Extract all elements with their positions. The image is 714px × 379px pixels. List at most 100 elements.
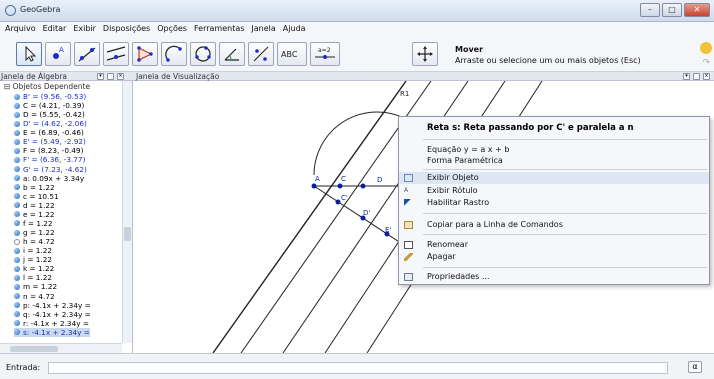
menu-ferramentas[interactable]: Ferramentas <box>194 22 244 36</box>
algebra-restore-icon[interactable] <box>107 73 114 80</box>
algebra-item[interactable]: b = 1.22 <box>14 183 55 192</box>
maximize-button[interactable]: □ <box>662 3 682 17</box>
algebra-item[interactable]: B' = (9.56, -0.53) <box>14 92 86 101</box>
visibility-toggle-icon[interactable] <box>14 329 20 336</box>
visibility-toggle-icon[interactable] <box>14 311 20 318</box>
algebra-item[interactable]: m = 1.22 <box>14 282 57 291</box>
menu-item-show-label[interactable]: A Exibir Rótulo <box>399 185 709 197</box>
arc-tool-button[interactable] <box>161 42 187 66</box>
menu-item-copy-to-input[interactable]: Copiar para a Linha de Comandos <box>399 219 709 231</box>
visibility-toggle-icon[interactable] <box>14 111 20 118</box>
slider-tool-button[interactable]: a=2 <box>310 42 340 66</box>
visibility-toggle-icon[interactable] <box>14 138 20 145</box>
menu-arquivo[interactable]: Arquivo <box>5 22 36 36</box>
algebra-item[interactable]: c = 10.51 <box>14 192 59 201</box>
visibility-toggle-icon[interactable] <box>14 129 20 136</box>
visibility-toggle-icon[interactable] <box>14 274 20 281</box>
redo-icon[interactable]: ↷ <box>702 58 710 68</box>
visibility-toggle-icon[interactable] <box>14 265 20 272</box>
algebra-item[interactable]: j = 1.22 <box>14 255 52 264</box>
algebra-close-icon[interactable]: × <box>117 73 124 80</box>
menu-opcoes[interactable]: Opções <box>157 22 187 36</box>
reflect-tool-button[interactable] <box>248 42 274 66</box>
minimize-button[interactable]: – <box>640 3 660 17</box>
visibility-toggle-icon[interactable] <box>14 202 20 209</box>
visibility-toggle-icon[interactable] <box>14 156 20 163</box>
menu-item-delete[interactable]: Apagar <box>399 251 709 263</box>
algebra-item[interactable]: g = 1.22 <box>14 228 55 237</box>
algebra-item[interactable]: a: 0.09x + 3.34y <box>14 174 84 183</box>
command-input[interactable] <box>48 362 668 374</box>
algebra-item[interactable]: d = 1.22 <box>14 201 55 210</box>
algebra-item[interactable]: n = 4.72 <box>14 292 55 301</box>
algebra-item[interactable]: E = (6.89, -0.46) <box>14 128 84 137</box>
algebra-item[interactable]: s: -4.1x + 2.34y = <box>14 327 90 337</box>
line-tool-button[interactable] <box>74 42 100 66</box>
visibility-toggle-icon[interactable] <box>14 293 20 300</box>
visibility-toggle-icon[interactable] <box>14 120 20 127</box>
algebra-horizontal-scrollbar[interactable] <box>0 343 122 353</box>
menu-editar[interactable]: Editar <box>43 22 67 36</box>
visibility-toggle-icon[interactable] <box>14 166 20 173</box>
parallel-line-tool-button[interactable] <box>103 42 129 66</box>
menu-janela[interactable]: Janela <box>251 22 275 36</box>
circle-tool-button[interactable] <box>190 42 216 66</box>
algebra-item[interactable]: l = 1.22 <box>14 273 52 282</box>
menu-ajuda[interactable]: Ajuda <box>283 22 306 36</box>
algebra-item[interactable]: F = (8.23, -0.49) <box>14 146 83 155</box>
graphics-close-icon[interactable]: × <box>703 73 710 80</box>
algebra-item[interactable]: D' = (4.62, -2.06) <box>14 119 87 128</box>
point-C[interactable] <box>337 183 343 189</box>
point-C-prime[interactable] <box>335 199 341 205</box>
visibility-toggle-icon[interactable] <box>14 302 20 309</box>
move-tool-button[interactable] <box>16 42 42 66</box>
algebra-item[interactable]: C = (4.21, -0.39) <box>14 101 84 110</box>
visibility-toggle-icon[interactable] <box>14 256 20 263</box>
visibility-toggle-icon[interactable] <box>14 175 20 182</box>
algebra-tree-root[interactable]: ⊟ Objetos Dependente <box>4 82 90 91</box>
algebra-item[interactable]: G' = (7.23, -4.62) <box>14 165 87 174</box>
algebra-item[interactable]: p: -4.1x + 2.34y = <box>14 301 91 310</box>
algebra-menu-icon[interactable]: ▾ <box>97 73 104 80</box>
point-tool-button[interactable]: A <box>45 42 71 66</box>
algebra-vertical-scroll-thumb[interactable] <box>124 227 131 241</box>
algebra-item[interactable]: D = (5.55, -0.42) <box>14 110 85 119</box>
visibility-toggle-icon[interactable] <box>14 211 20 218</box>
input-help-button[interactable]: α <box>688 361 702 373</box>
line-r1[interactable] <box>212 80 407 354</box>
point-A[interactable] <box>311 183 317 189</box>
polygon-tool-button[interactable] <box>132 42 158 66</box>
algebra-item[interactable]: k = 1.22 <box>14 264 54 273</box>
menu-item-rename[interactable]: Renomear <box>399 239 709 251</box>
algebra-item[interactable]: E' = (5.49, -2.92) <box>14 137 86 146</box>
angle-tool-button[interactable] <box>219 42 245 66</box>
menu-item-show-object[interactable]: Exibir Objeto <box>399 172 709 184</box>
visibility-toggle-icon[interactable] <box>14 220 20 227</box>
undo-icon[interactable] <box>700 42 712 54</box>
menu-item-parametric-form[interactable]: Forma Paramétrica <box>399 155 709 167</box>
visibility-toggle-icon[interactable] <box>14 238 20 245</box>
visibility-toggle-icon[interactable] <box>14 102 20 109</box>
algebra-item[interactable]: q: -4.1x + 2.34y = <box>14 310 91 319</box>
close-button[interactable]: ✕ <box>684 3 710 17</box>
algebra-item[interactable]: f = 1.22 <box>14 219 53 228</box>
visibility-toggle-icon[interactable] <box>14 147 20 154</box>
algebra-item[interactable]: i = 1.22 <box>14 246 52 255</box>
algebra-item[interactable]: r: -4.1x + 2.34y = <box>14 319 89 328</box>
text-tool-button[interactable]: ABC <box>277 42 307 66</box>
algebra-item[interactable]: F' = (6.36, -3.77) <box>14 155 85 164</box>
visibility-toggle-icon[interactable] <box>14 229 20 236</box>
visibility-toggle-icon[interactable] <box>14 184 20 191</box>
point-D[interactable] <box>360 183 366 189</box>
menu-disposicoes[interactable]: Disposições <box>103 22 150 36</box>
menu-item-enable-trace[interactable]: Habilitar Rastro <box>399 197 709 209</box>
menu-item-properties[interactable]: Propriedades ... <box>399 271 709 283</box>
graphics-restore-icon[interactable] <box>693 73 700 80</box>
graphics-menu-icon[interactable]: ▾ <box>683 73 690 80</box>
algebra-item[interactable]: e = 1.22 <box>14 210 55 219</box>
visibility-toggle-icon[interactable] <box>14 247 20 254</box>
algebra-horizontal-scroll-thumb[interactable] <box>10 346 58 352</box>
algebra-item[interactable]: h = 4.72 <box>14 237 55 246</box>
move-view-tool-button[interactable] <box>412 42 438 66</box>
visibility-toggle-icon[interactable] <box>14 320 20 327</box>
